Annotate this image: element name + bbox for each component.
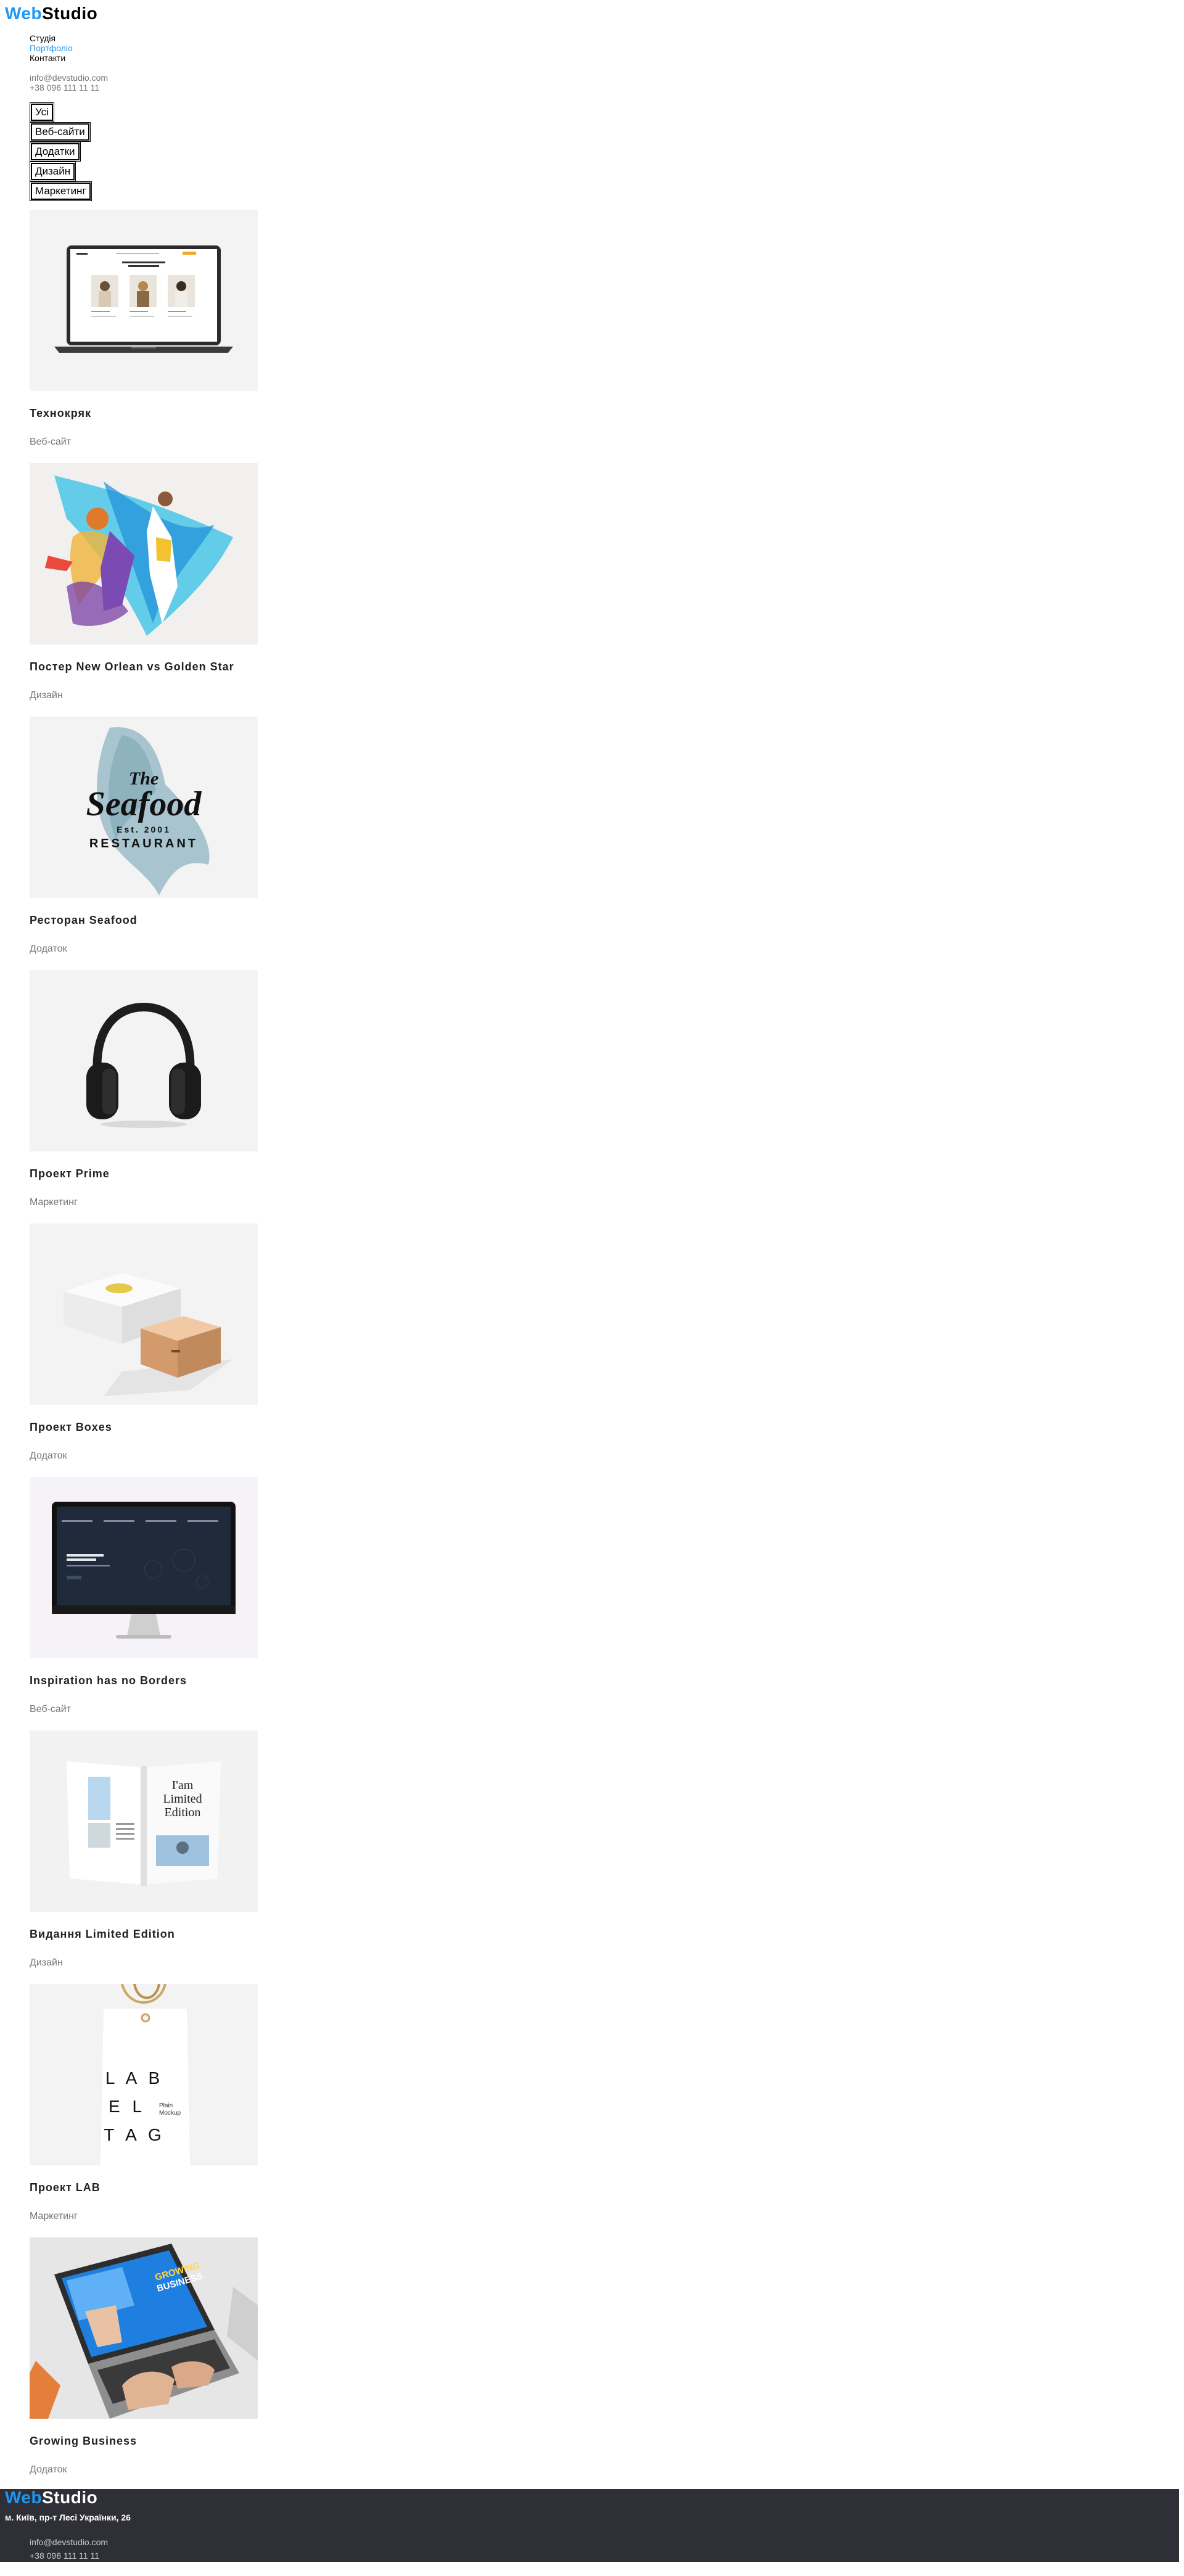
project-image-headphones[interactable] [30, 970, 258, 1151]
footer-contacts: info@devstudio.com +38 096 111 11 11 [30, 2535, 108, 2562]
project-title: Проект LAB [30, 2181, 101, 2194]
footer-email-link[interactable]: info@devstudio.com [30, 2535, 108, 2549]
project-image-laptop-hands[interactable]: GROWING BUSINESS [30, 2237, 258, 2419]
portfolio-gallery: Технокряк Веб-сайт Постер New Orlean vs … [30, 210, 258, 2491]
project-category: Додаток [30, 944, 67, 954]
nav-link-studio[interactable]: Студія [30, 33, 73, 43]
header-email-link[interactable]: info@devstudio.com [30, 73, 108, 83]
seafood-est-text: Est. 2001 [117, 825, 171, 834]
tag-line3-text: T A G [104, 2125, 165, 2144]
project-image-seafood-logo[interactable]: The Seafood Est. 2001 RESTAURANT [30, 717, 258, 898]
project-card[interactable]: Проект Boxes Додаток [30, 1224, 258, 1477]
project-category: Веб-сайт [30, 437, 72, 447]
footer-phone-link[interactable]: +38 096 111 11 11 [30, 2549, 108, 2562]
logo-web: Web [5, 4, 43, 23]
footer-address: м. Київ, пр-т Лесі Українки, 26 [5, 2512, 131, 2522]
project-image-laptop-website[interactable] [30, 210, 258, 391]
magazine-line1-text: I'am [172, 1779, 194, 1792]
project-category: Маркетинг [30, 2211, 78, 2221]
project-category: Маркетинг [30, 1197, 78, 1208]
project-title: Growing Business [30, 2435, 138, 2447]
filter-marketing-button[interactable]: Маркетинг [30, 181, 92, 201]
tag-side2-text: Mockup [159, 2110, 181, 2117]
project-image-basketball-poster[interactable] [30, 463, 258, 644]
tag-side1-text: Plain [159, 2102, 173, 2109]
project-title: Проект Prime [30, 1167, 110, 1180]
nav-link-contacts[interactable]: Контакти [30, 53, 73, 63]
project-card[interactable]: The Seafood Est. 2001 RESTAURANT Рестора… [30, 717, 258, 970]
footer: WebStudio м. Київ, пр-т Лесі Українки, 2… [0, 2489, 1179, 2562]
project-title: Ресторан Seafood [30, 914, 138, 926]
header-phone-link[interactable]: +38 096 111 11 11 [30, 83, 108, 93]
project-title: Inspiration has no Borders [30, 1674, 187, 1687]
project-category: Веб-сайт [30, 1704, 72, 1714]
logo-studio: Studio [42, 4, 98, 23]
project-category: Дизайн [30, 690, 63, 701]
project-category: Дизайн [30, 1957, 63, 1968]
magazine-line3-text: Edition [165, 1806, 201, 1819]
tag-line2-text: E L [109, 2097, 146, 2116]
project-card[interactable]: Постер New Orlean vs Golden Star Дизайн [30, 463, 258, 717]
project-card[interactable]: GROWING BUSINESS Growing Business Додато… [30, 2237, 258, 2491]
project-image-label-tag[interactable]: L A B E L T A G Plain Mockup [30, 1984, 258, 2165]
project-card[interactable]: Проект Prime Маркетинг [30, 970, 258, 1224]
filter-websites-button[interactable]: Веб-сайти [30, 122, 91, 142]
project-category: Додаток [30, 1451, 67, 1461]
nav-link-portfolio[interactable]: Портфоліо [30, 43, 73, 53]
project-card[interactable]: I'am Limited Edition Видання Limited Edi… [30, 1730, 258, 1984]
filter-apps-button[interactable]: Додатки [30, 142, 81, 162]
project-title: Технокряк [30, 407, 92, 419]
logo[interactable]: WebStudio [5, 5, 97, 22]
project-image-magazine[interactable]: I'am Limited Edition [30, 1730, 258, 1912]
project-title: Проект Boxes [30, 1421, 112, 1433]
tag-line1-text: L A B [105, 2068, 163, 2088]
project-image-imac[interactable] [30, 1477, 258, 1658]
filter-design-button[interactable]: Дизайн [29, 162, 76, 181]
header-contacts: info@devstudio.com +38 096 111 11 11 [30, 73, 108, 93]
main-nav: Студія Портфоліо Контакти [30, 33, 73, 63]
filter-all-button[interactable]: Усі [30, 102, 54, 122]
project-card[interactable]: Inspiration has no Borders Веб-сайт [30, 1477, 258, 1730]
project-card[interactable]: Технокряк Веб-сайт [30, 210, 258, 463]
project-image-boxes[interactable] [30, 1224, 258, 1405]
footer-logo[interactable]: WebStudio [5, 2489, 97, 2506]
footer-logo-web: Web [5, 2488, 43, 2507]
project-category: Додаток [30, 2464, 67, 2475]
seafood-restaurant-text: RESTAURANT [89, 837, 198, 850]
magazine-line2-text: Limited [163, 1792, 202, 1806]
project-title: Видання Limited Edition [30, 1928, 175, 1940]
project-card[interactable]: L A B E L T A G Plain Mockup Проект LAB … [30, 1984, 258, 2237]
project-title: Постер New Orlean vs Golden Star [30, 660, 234, 673]
seafood-word-text: Seafood [86, 785, 202, 823]
footer-logo-studio: Studio [42, 2488, 98, 2507]
portfolio-filters: Усі Веб-сайти Додатки Дизайн Маркетинг [29, 102, 92, 201]
